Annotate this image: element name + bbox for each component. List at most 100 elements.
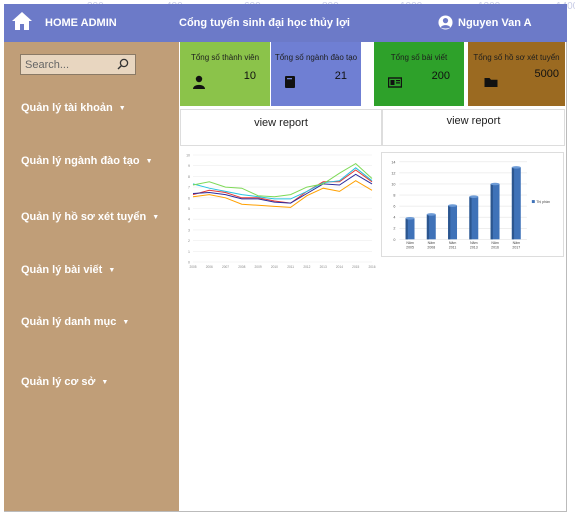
sidebar-item-label: Quản lý ngành đào tạo (21, 155, 140, 167)
sidebar-item-label: Quản lý cơ sở (21, 376, 96, 388)
y-tick-label: 5 (188, 207, 190, 211)
caret-down-icon: ▼ (101, 378, 109, 386)
x-tick-label: 2010 (271, 265, 278, 269)
user-name[interactable]: Nguyen Van A (458, 17, 532, 29)
x-tick-label: Năm (470, 241, 477, 245)
stat-card-label: Tổng số thành viên (190, 53, 260, 62)
view-report-button[interactable]: view report (382, 109, 565, 146)
stat-card-applications[interactable]: Tổng số hồ sơ xét tuyển 5000 (468, 42, 565, 106)
y-tick-label: 6 (393, 205, 395, 209)
x-tick-label: 2006 (206, 265, 213, 269)
y-tick-label: 6 (188, 196, 190, 200)
bar-top (426, 213, 436, 216)
bar-top (405, 217, 415, 220)
caret-down-icon: ▼ (108, 266, 116, 274)
bar-top (469, 195, 479, 198)
x-tick-label: 2008 (427, 246, 435, 250)
x-tick-label: 2017 (512, 246, 520, 250)
x-tick-label: 2011 (287, 265, 294, 269)
bar-shade (426, 214, 430, 240)
sidebar: Quản lý tài khoản ▼ Quản lý ngành đào tạo… (4, 42, 179, 511)
bar-top (448, 204, 458, 207)
sidebar-item-posts[interactable]: Quản lý bài viết ▼ (21, 264, 115, 276)
sidebar-item-facilities[interactable]: Quản lý cơ sở ▼ (21, 376, 108, 388)
search-input[interactable] (21, 55, 115, 74)
series-line-0 (192, 169, 373, 204)
y-tick-label: 7 (188, 186, 190, 190)
x-tick-label: 2005 (189, 265, 196, 269)
folder-icon (484, 78, 498, 87)
caret-down-icon: ▼ (145, 157, 153, 165)
bar-shade (469, 196, 472, 240)
y-tick-label: 2 (393, 227, 395, 231)
y-tick-label: 2 (188, 239, 190, 243)
bar-shade (490, 183, 493, 240)
x-tick-label: Năm (406, 241, 413, 245)
y-tick-label: 10 (186, 154, 190, 158)
stat-card-value: 200 (431, 70, 450, 82)
y-tick-label: 8 (393, 194, 395, 198)
sidebar-item-label: Quản lý bài viết (21, 264, 103, 276)
bar-top (490, 182, 500, 186)
sidebar-item-label: Quản lý danh mục (21, 316, 117, 328)
stat-card-value: 10 (243, 70, 256, 82)
stat-card-label: Tổng số hồ sơ xét tuyển (473, 53, 560, 62)
stat-card-posts[interactable]: Tổng số bài viết 200 (374, 42, 464, 106)
y-tick-label: 12 (391, 171, 395, 175)
y-tick-label: 1 (188, 250, 190, 254)
view-report-button[interactable]: view report (180, 109, 382, 146)
x-tick-label: Năm (428, 241, 435, 245)
bar-shade (405, 218, 408, 240)
x-tick-label: 2016 (368, 265, 375, 269)
x-tick-label: 2007 (222, 265, 229, 269)
x-tick-label: 2013 (470, 246, 478, 250)
y-tick-label: 4 (393, 216, 395, 220)
caret-down-icon: ▼ (118, 104, 126, 112)
sidebar-item-applications[interactable]: Quản lý hồ sơ xét tuyển ▼ (21, 211, 159, 223)
x-tick-label: Năm (449, 241, 456, 245)
user-icon (193, 75, 205, 89)
bar-shade (448, 205, 451, 240)
y-tick-label: 10 (391, 182, 395, 186)
home-icon[interactable] (11, 11, 33, 31)
x-tick-label: Năm (513, 241, 520, 245)
site-title: Cổng tuyển sinh đại học thủy lợi (179, 17, 350, 29)
book-icon (285, 76, 295, 88)
bar-top (511, 166, 521, 169)
stat-card-label: Tổng số bài viết (390, 53, 448, 62)
y-tick-label: 14 (391, 160, 395, 164)
y-tick-label: 3 (188, 228, 190, 232)
sidebar-item-label: Quản lý hồ sơ xét tuyển (21, 211, 147, 223)
y-tick-label: 0 (393, 238, 395, 242)
x-tick-label: 2008 (238, 265, 245, 269)
stat-card-majors[interactable]: Tổng số ngành đào tạo 21 (271, 42, 361, 106)
x-tick-label: 2012 (303, 265, 310, 269)
stat-card-value: 21 (334, 70, 347, 82)
sidebar-item-label: Quản lý tài khoản (21, 102, 113, 114)
x-tick-label: 2013 (320, 265, 327, 269)
x-tick-label: 2005 (406, 246, 414, 250)
bar-shade (511, 167, 515, 240)
stat-card-value: 5000 (534, 68, 559, 80)
y-tick-label: 8 (188, 175, 190, 179)
sidebar-item-accounts[interactable]: Quản lý tài khoản ▼ (21, 102, 126, 114)
bar-chart: 02468101214Năm2005Năm2008Năm2011Năm2013N… (381, 152, 564, 257)
x-tick-label: 2014 (336, 265, 343, 269)
newspaper-icon (388, 77, 402, 88)
stat-card-label: Tổng số ngành đào tạo (274, 53, 358, 62)
legend-swatch (531, 200, 535, 204)
sidebar-item-majors[interactable]: Quản lý ngành đào tạo ▼ (21, 155, 153, 167)
top-header: HOME ADMIN Cổng tuyển sinh đại học thủy … (4, 4, 567, 42)
caret-down-icon: ▼ (152, 213, 160, 221)
legend-label: Thị phần (536, 200, 550, 204)
stat-card-members[interactable]: Tổng số thành viên 10 (180, 42, 270, 106)
x-tick-label: 2009 (255, 265, 262, 269)
sidebar-item-categories[interactable]: Quản lý danh mục ▼ (21, 316, 129, 328)
x-tick-label: 2016 (491, 246, 499, 250)
x-tick-label: Năm (491, 241, 498, 245)
user-circle-icon[interactable] (438, 15, 453, 30)
search-icon[interactable] (117, 58, 129, 70)
brand-title[interactable]: HOME ADMIN (45, 17, 117, 29)
search-box (20, 54, 136, 75)
y-tick-label: 4 (188, 218, 190, 222)
